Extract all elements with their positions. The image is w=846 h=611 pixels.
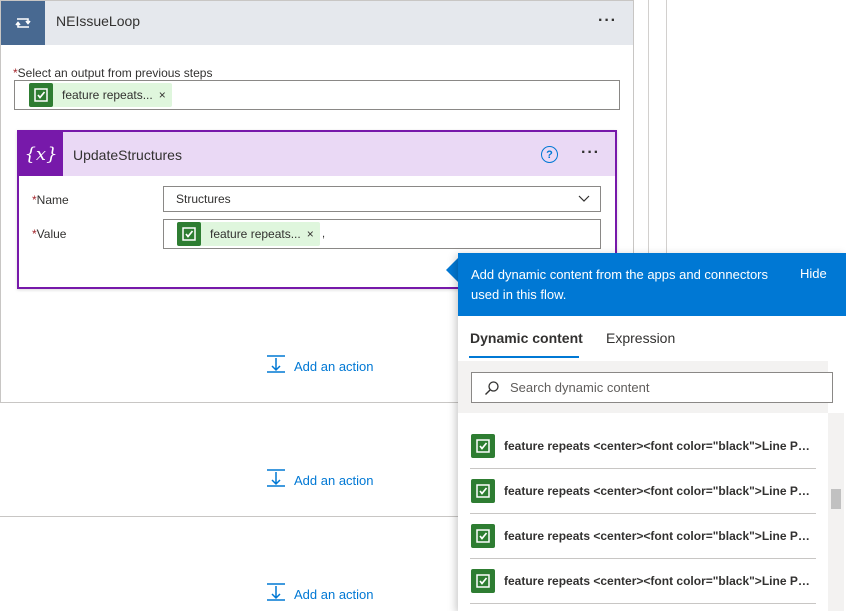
panel-scrollbar-thumb[interactable]	[831, 489, 841, 509]
add-action-button[interactable]: Add an action	[266, 354, 374, 379]
canvas-divider-line	[648, 0, 649, 253]
chevron-down-icon	[578, 190, 590, 208]
loop-title: NEIssueLoop	[56, 13, 141, 29]
value-suffix: ,	[322, 228, 326, 240]
name-field-label: *Name	[32, 193, 69, 207]
add-action-icon	[266, 582, 286, 607]
loop-more-options-button[interactable]: ···	[598, 12, 617, 30]
tab-dynamic-content[interactable]: Dynamic content	[470, 330, 583, 346]
variable-icon: {x}	[19, 132, 63, 176]
output-token[interactable]: feature repeats... ×	[29, 83, 172, 107]
dynamic-content-item[interactable]: feature repeats <center><font color="bla…	[470, 559, 816, 604]
add-action-button[interactable]: Add an action	[266, 582, 374, 607]
excel-check-icon	[471, 569, 495, 593]
hide-button[interactable]: Hide	[800, 266, 827, 281]
value-input[interactable]: feature repeats... × ,	[163, 219, 601, 249]
excel-check-icon	[471, 524, 495, 548]
canvas-separator	[0, 516, 458, 517]
output-input[interactable]: feature repeats... ×	[14, 80, 620, 110]
panel-message: Add dynamic content from the apps and co…	[471, 267, 769, 302]
add-action-icon	[266, 468, 286, 493]
excel-check-icon	[29, 83, 53, 107]
name-dropdown-value: Structures	[176, 192, 231, 206]
active-tab-underline	[469, 356, 579, 358]
excel-check-icon	[471, 479, 495, 503]
variable-title: UpdateStructures	[73, 147, 182, 163]
search-input[interactable]: Search dynamic content	[471, 372, 833, 403]
panel-caret	[446, 258, 458, 282]
add-action-label: Add an action	[294, 359, 374, 374]
value-token-remove-icon[interactable]: ×	[307, 227, 320, 241]
excel-check-icon	[177, 222, 201, 246]
add-action-icon	[266, 354, 286, 379]
output-token-remove-icon[interactable]: ×	[159, 88, 172, 102]
search-placeholder: Search dynamic content	[510, 380, 650, 395]
name-dropdown[interactable]: Structures	[163, 186, 601, 212]
panel-scrollbar[interactable]	[828, 413, 844, 611]
add-action-label: Add an action	[294, 587, 374, 602]
dynamic-content-item-label: feature repeats <center><font color="bla…	[504, 484, 816, 498]
help-icon[interactable]: ?	[541, 146, 558, 163]
dynamic-content-item[interactable]: feature repeats <center><font color="bla…	[470, 514, 816, 559]
dynamic-content-item-label: feature repeats <center><font color="bla…	[504, 439, 816, 453]
dynamic-content-item[interactable]: feature repeats <center><font color="bla…	[470, 424, 816, 469]
output-token-label: feature repeats...	[62, 88, 153, 102]
value-token[interactable]: feature repeats... ×	[177, 222, 320, 246]
canvas-divider-line	[666, 0, 667, 253]
dynamic-content-item-label: feature repeats <center><font color="bla…	[504, 529, 816, 543]
value-field-label: *Value	[32, 227, 67, 241]
tab-expression[interactable]: Expression	[606, 330, 675, 346]
add-action-button[interactable]: Add an action	[266, 468, 374, 493]
loop-icon	[1, 1, 45, 45]
output-field-label: *Select an output from previous steps	[13, 66, 213, 80]
dynamic-content-item[interactable]: feature repeats <center><font color="bla…	[470, 469, 816, 514]
search-icon	[484, 380, 500, 396]
panel-header: Add dynamic content from the apps and co…	[458, 253, 846, 316]
add-action-label: Add an action	[294, 473, 374, 488]
dynamic-content-item-label: feature repeats <center><font color="bla…	[504, 574, 816, 588]
excel-check-icon	[471, 434, 495, 458]
value-token-label: feature repeats...	[210, 227, 301, 241]
variable-more-options-button[interactable]: ···	[581, 144, 600, 162]
